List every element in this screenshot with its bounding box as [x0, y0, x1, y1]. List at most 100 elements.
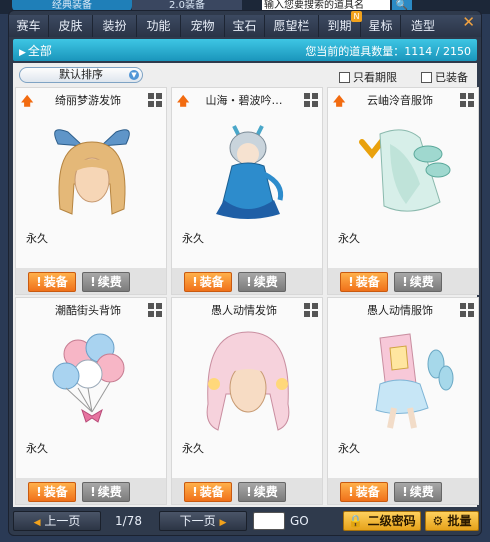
prev-page-button[interactable]: ◀ 上一页 [13, 511, 101, 531]
item-name: 绮丽梦游发饰 [55, 94, 121, 107]
renew-label: 续费 [409, 275, 434, 289]
equip-button[interactable]: ! 装备 [340, 272, 388, 292]
item-card[interactable]: 🡅 绮丽梦游发饰 永久 ! 装备 ! 续费 [15, 87, 167, 295]
equip-label: 装备 [355, 275, 380, 289]
equip-button[interactable]: ! 装备 [28, 272, 76, 292]
filter-strip: ▶ 全部 您当前的道具数量：1114 / 2150 [13, 39, 477, 61]
item-card[interactable]: 愚人动情服饰 永久 ! 装备 ! 续费 [327, 297, 479, 505]
renew-button[interactable]: ! 续费 [82, 272, 130, 292]
menu-item-expiring[interactable]: 到期 N [319, 11, 362, 37]
checkbox-box [339, 71, 350, 83]
equipped-checkbox[interactable]: 已装备 [421, 69, 468, 85]
renew-label: 续费 [253, 485, 278, 499]
item-actions: ! 装备 ! 续费 [16, 478, 166, 504]
item-panel: 默认排序 ▼ 只看期限 已装备 🡅 绮丽梦游发饰 永久 ! 装备 ! 续费 🡅 … [13, 63, 479, 507]
item-card[interactable]: 潮酷街头背饰 永久 ! 装备 ! 续费 [15, 297, 167, 505]
item-actions: ! 装备 ! 续费 [328, 478, 478, 504]
upgrade-arrow-icon: 🡅 [177, 94, 190, 108]
item-card[interactable]: 愚人动情发饰 永久 ! 装备 ! 续费 [171, 297, 323, 505]
item-name: 山海・碧波吟… [205, 94, 283, 107]
item-actions: ! 装备 ! 续费 [328, 268, 478, 294]
item-name: 云岫泠音服饰 [367, 94, 433, 107]
batch-button[interactable]: ⚙ 批量 [425, 511, 479, 531]
exclaim-icon: ! [90, 275, 96, 289]
renew-button[interactable]: ! 续费 [238, 272, 286, 292]
exclaim-icon: ! [402, 275, 408, 289]
only-expiring-checkbox[interactable]: 只看期限 [339, 69, 397, 85]
category-filter-label: 全部 [27, 44, 52, 58]
dress-outfit-image [359, 129, 451, 212]
menu-item-functions[interactable]: 功能 [137, 15, 181, 37]
menu-item-skins[interactable]: 皮肤 [49, 15, 93, 37]
item-actions: ! 装备 ! 续费 [172, 478, 322, 504]
item-duration: 永久 [182, 232, 204, 245]
equip-button[interactable]: ! 装备 [184, 272, 232, 292]
equip-label: 装备 [43, 275, 68, 289]
renew-button[interactable]: ! 续费 [394, 482, 442, 502]
pagination-footer: ◀ 上一页 1/78 下一页 ▶ GO 🔒 二级密码 ⚙ 批量 [9, 509, 483, 535]
item-duration: 永久 [26, 232, 48, 245]
item-card[interactable]: 🡅 山海・碧波吟… 永久 ! 装备 ! 续费 [171, 87, 323, 295]
menu-item-pets[interactable]: 宠物 [181, 15, 225, 37]
renew-button[interactable]: ! 续费 [238, 482, 286, 502]
equip-button[interactable]: ! 装备 [340, 482, 388, 502]
grid-view-icon[interactable] [148, 93, 162, 107]
menu-item-starred[interactable]: 星标 [361, 15, 401, 37]
category-filter[interactable]: ▶ 全部 [19, 42, 52, 59]
renew-button[interactable]: ! 续费 [394, 272, 442, 292]
character-outfit-image [216, 125, 284, 219]
gear-icon: ⚙ [432, 514, 444, 528]
caret-right-icon: ▶ [19, 48, 26, 58]
menu-item-expiring-label: 到期 [327, 19, 352, 33]
menu-item-wishlist[interactable]: 愿望栏 [265, 15, 319, 37]
item-actions: ! 装备 ! 续费 [172, 268, 322, 294]
batch-label: 批量 [447, 514, 472, 528]
menu-item-gems[interactable]: 宝石 [225, 15, 265, 37]
sort-dropdown[interactable]: 默认排序 ▼ [19, 67, 143, 83]
item-duration: 永久 [338, 442, 360, 455]
pastel-outfit-image [375, 333, 454, 429]
sort-dropdown-value: 默认排序 [59, 68, 103, 81]
renew-button[interactable]: ! 续费 [82, 482, 130, 502]
grid-view-icon[interactable] [148, 303, 162, 317]
equip-label: 装备 [43, 485, 68, 499]
item-card[interactable]: 🡅 云岫泠音服饰 永久 ! 装备 ! 续费 [327, 87, 479, 295]
item-duration: 永久 [26, 442, 48, 455]
grid-view-icon[interactable] [304, 93, 318, 107]
item-actions: ! 装备 ! 续费 [16, 268, 166, 294]
inventory-window: 赛车 皮肤 装扮 功能 宠物 宝石 愿望栏 到期 N 星标 造型 ✕ ▶ 全部 您… [8, 10, 482, 536]
equip-label: 装备 [199, 275, 224, 289]
item-name: 愚人动情服饰 [367, 304, 433, 317]
upgrade-arrow-icon: 🡅 [333, 94, 346, 108]
exclaim-icon: ! [348, 485, 354, 499]
checkbox-box [421, 71, 432, 83]
only-expiring-label: 只看期限 [353, 71, 397, 84]
exclaim-icon: ! [36, 275, 42, 289]
grid-view-icon[interactable] [304, 303, 318, 317]
equip-label: 装备 [355, 485, 380, 499]
prev-page-label: 上一页 [44, 514, 81, 528]
page-number-input[interactable] [253, 512, 285, 530]
item-name: 潮酷街头背饰 [55, 304, 121, 317]
page-indicator: 1/78 [115, 514, 142, 528]
equip-button[interactable]: ! 装备 [28, 482, 76, 502]
grid-view-icon[interactable] [460, 303, 474, 317]
secondary-password-button[interactable]: 🔒 二级密码 [343, 511, 421, 531]
exclaim-icon: ! [192, 485, 198, 499]
item-duration: 永久 [182, 442, 204, 455]
menu-item-styles[interactable]: 造型 [401, 15, 445, 37]
close-icon[interactable]: ✕ [462, 15, 475, 30]
exclaim-icon: ! [246, 275, 252, 289]
equip-button[interactable]: ! 装备 [184, 482, 232, 502]
exclaim-icon: ! [36, 485, 42, 499]
menu-item-outfits[interactable]: 装扮 [93, 15, 137, 37]
exclaim-icon: ! [348, 275, 354, 289]
renew-label: 续费 [97, 485, 122, 499]
grid-view-icon[interactable] [460, 93, 474, 107]
upgrade-arrow-icon: 🡅 [21, 94, 34, 108]
go-button[interactable]: GO [290, 514, 309, 528]
next-page-button[interactable]: 下一页 ▶ [159, 511, 247, 531]
renew-label: 续费 [409, 485, 434, 499]
lock-icon: 🔒 [348, 514, 364, 528]
menu-item-cars[interactable]: 赛车 [9, 15, 49, 37]
